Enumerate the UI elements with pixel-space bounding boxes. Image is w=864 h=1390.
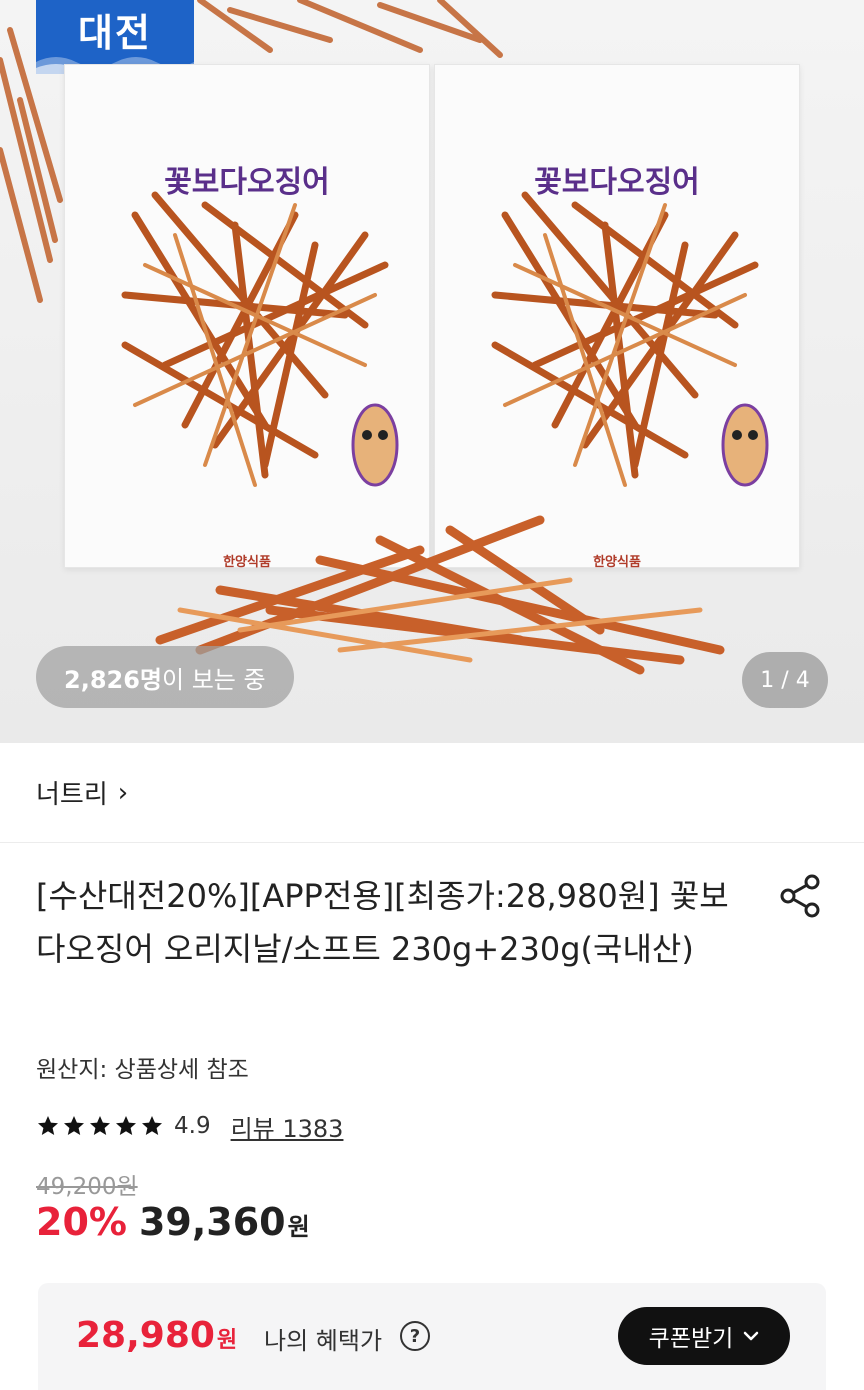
benefit-amount: 28,980	[76, 1315, 215, 1356]
chevron-right-icon: ›	[117, 777, 129, 808]
product-image-carousel[interactable]: 대전 꽃보다오징어 한양식품 꽃보다오징어 한양식품 2,826명 이 보는 중…	[0, 0, 864, 743]
star-icon	[38, 1116, 58, 1135]
price-row: 20% 39,360 원	[36, 1200, 310, 1244]
chevron-down-icon	[744, 1331, 759, 1341]
share-icon	[780, 874, 820, 918]
rating-value: 4.9	[174, 1113, 211, 1139]
star-icon	[64, 1116, 84, 1135]
get-coupon-button[interactable]: 쿠폰받기	[618, 1307, 790, 1365]
event-badge: 대전	[36, 0, 194, 74]
question-circle-icon[interactable]: ?	[400, 1321, 430, 1351]
seller-name: 너트리	[36, 780, 108, 810]
benefit-price-box: 28,980 원 나의 혜택가 ? 쿠폰받기	[38, 1283, 826, 1390]
rating-row: 4.9 리뷰 1383	[36, 1108, 343, 1144]
review-count-link[interactable]: 리뷰 1383	[231, 1109, 344, 1144]
viewers-count: 2,826명	[64, 665, 162, 694]
star-icon	[116, 1116, 136, 1135]
benefit-price: 28,980 원	[76, 1315, 237, 1356]
benefit-label: 나의 혜택가	[264, 1327, 383, 1355]
seller-link[interactable]: 너트리 ›	[0, 743, 864, 843]
coupon-button-label: 쿠폰받기	[648, 1326, 734, 1352]
sale-price-unit: 원	[287, 1213, 310, 1241]
star-icon	[142, 1116, 162, 1135]
bag-logo-text: 꽃보다오징어	[534, 165, 700, 200]
original-price: 49,200원	[36, 1174, 138, 1200]
origin-info: 원산지: 상품상세 참조	[36, 1057, 249, 1083]
rating-stars	[36, 1114, 164, 1138]
sale-price: 39,360	[138, 1200, 286, 1244]
share-button[interactable]	[776, 872, 824, 920]
live-viewers-badge: 2,826명 이 보는 중	[36, 646, 294, 708]
star-icon	[90, 1116, 110, 1135]
image-page-counter: 1 / 4	[742, 652, 828, 708]
benefit-unit: 원	[216, 1328, 238, 1353]
viewers-suffix: 이 보는 중	[162, 665, 266, 694]
event-badge-text: 대전	[78, 11, 152, 55]
bag-logo-text: 꽃보다오징어	[164, 165, 330, 200]
product-title: [수산대전20%][APP전용][최종가:28,980원] 꽃보다오징어 오리지…	[36, 877, 729, 968]
discount-rate: 20%	[36, 1200, 127, 1244]
